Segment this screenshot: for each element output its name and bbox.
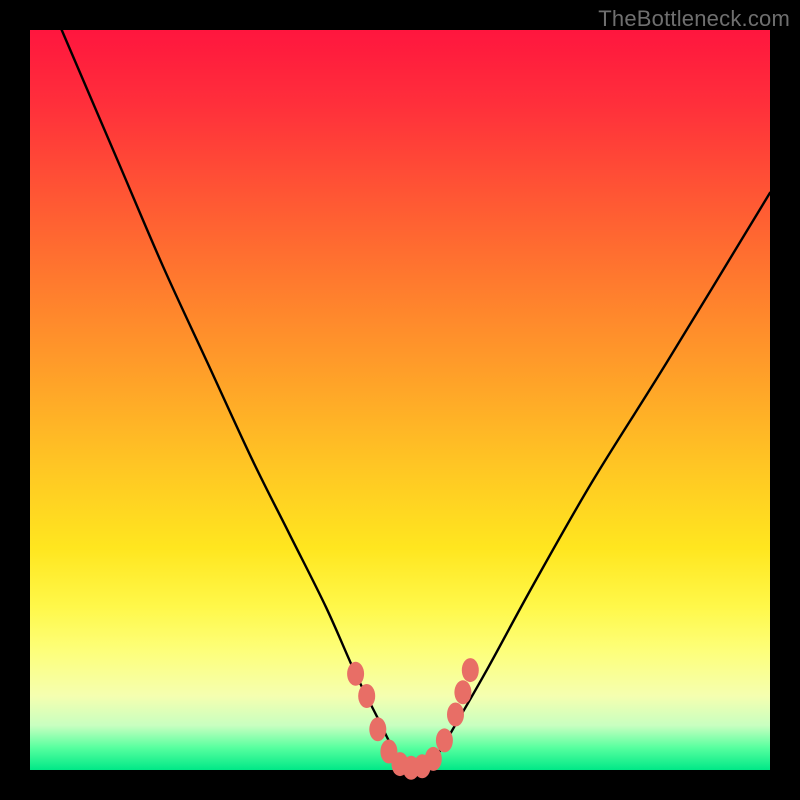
chart-frame: TheBottleneck.com — [0, 0, 800, 800]
plot-gradient-area — [30, 30, 770, 770]
marker-icon — [369, 717, 386, 741]
bottleneck-curve — [30, 0, 770, 772]
marker-icon — [425, 747, 442, 771]
marker-icon — [436, 728, 453, 752]
valley-markers-icon — [347, 658, 479, 780]
marker-icon — [462, 658, 479, 682]
marker-icon — [358, 684, 375, 708]
marker-icon — [454, 680, 471, 704]
watermark-text: TheBottleneck.com — [598, 6, 790, 32]
curve-svg — [30, 30, 770, 770]
marker-icon — [447, 703, 464, 727]
marker-icon — [347, 662, 364, 686]
